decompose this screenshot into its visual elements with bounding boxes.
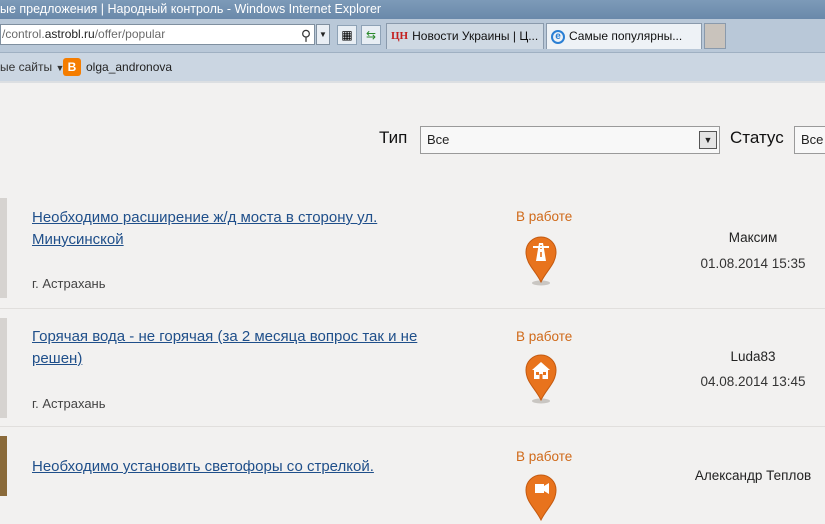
page-divider [0, 81, 825, 83]
car-icon [525, 474, 557, 522]
offer-title-link[interactable]: Необходимо установить светофоры со стрел… [32, 456, 452, 478]
window-title-bar: ые предложения | Народный контроль - Win… [0, 0, 825, 19]
tab-news-ukraine[interactable]: ЦН Новости Украины | Ц... [386, 23, 544, 49]
search-icon[interactable]: ⚲ [297, 26, 315, 44]
house-icon [525, 354, 557, 404]
offer-city: г. Астрахань [32, 396, 106, 411]
window-title: ые предложения | Народный контроль - Win… [0, 2, 382, 16]
offer-date: 04.08.2014 13:45 [700, 374, 806, 389]
address-dropdown-icon[interactable]: ▼ [316, 24, 330, 45]
favorite-link-blog[interactable]: olga_andronova [86, 53, 172, 81]
list-item-thumbnail [0, 436, 7, 496]
status-badge: В работе [516, 209, 573, 224]
offer-title-link[interactable]: Необходимо расширение ж/д моста в сторон… [32, 207, 452, 251]
tab-popular-offers[interactable]: e Самые популярны... [546, 23, 702, 49]
offer-author: Александр Теплов [694, 468, 812, 483]
status-badge: В работе [516, 329, 573, 344]
url-path: /offer/popular [94, 27, 166, 41]
list-item-accent [0, 318, 7, 418]
ie-favicon-icon: e [551, 29, 565, 44]
type-filter-value: Все [427, 132, 450, 147]
list-divider [0, 426, 825, 427]
compatibility-view-icon[interactable]: ▦ [337, 25, 357, 45]
offer-title-link[interactable]: Горячая вода - не горячая (за 2 месяца в… [32, 326, 452, 370]
type-filter-label: Тип [379, 128, 408, 147]
offer-author: Luda83 [730, 349, 776, 364]
favorites-bar: ые сайты ▼ B olga_andronova [0, 53, 825, 82]
tsn-favicon-icon: ЦН [391, 30, 409, 43]
offer-city: г. Астрахань [32, 276, 106, 291]
refresh-icon[interactable]: ⇆ [361, 25, 381, 45]
offer-date: 01.08.2014 15:35 [700, 256, 806, 271]
status-filter-value: Все [801, 132, 824, 147]
url-prefix: /control. [2, 27, 45, 41]
tab-label: Самые популярны... [569, 29, 683, 43]
chevron-down-icon: ▼ [699, 131, 717, 149]
address-bar[interactable]: /control.astrobl.ru/offer/popular [0, 24, 315, 45]
type-filter-select[interactable]: Все ▼ [420, 126, 720, 154]
suggested-sites-link[interactable]: ые сайты ▼ [0, 53, 64, 82]
blogger-icon: B [63, 58, 81, 76]
tab-label: Новости Украины | Ц... [412, 29, 539, 43]
road-icon [525, 236, 557, 286]
new-tab-button[interactable] [704, 23, 726, 49]
url-host: astrobl.ru [44, 27, 95, 41]
status-badge: В работе [516, 449, 573, 464]
list-divider [0, 308, 825, 309]
suggested-sites-label: ые сайты [0, 60, 53, 74]
status-filter-select[interactable]: Все [794, 126, 825, 154]
status-filter-label: Статус [730, 128, 784, 147]
list-item-accent [0, 198, 7, 298]
offer-author: Максим [728, 230, 778, 245]
browser-toolbar: /control.astrobl.ru/offer/popular ⚲ ▼ ▦ … [0, 19, 825, 53]
